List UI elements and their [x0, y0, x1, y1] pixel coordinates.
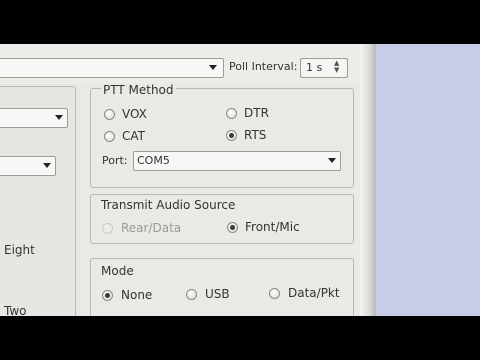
- mode-usb-label[interactable]: USB: [205, 287, 230, 301]
- spin-arrows-icon[interactable]: ▲ ▼: [334, 60, 339, 74]
- mode-datapkt-label[interactable]: Data/Pkt: [288, 286, 340, 300]
- ptt-vox-radio[interactable]: [104, 109, 115, 120]
- rig-select-combo[interactable]: [0, 58, 224, 78]
- mode-datapkt-radio[interactable]: [269, 288, 280, 299]
- chevron-down-icon: [43, 163, 51, 168]
- option-two-label[interactable]: Two: [4, 304, 27, 316]
- left-combo-2[interactable]: [0, 156, 56, 176]
- mode-title: Mode: [101, 264, 134, 278]
- audio-rear-radio[interactable]: [102, 223, 113, 234]
- chevron-down-icon: [209, 65, 217, 70]
- audio-front-radio[interactable]: [227, 222, 238, 233]
- chevron-down-icon: [328, 158, 336, 163]
- audio-rear-label[interactable]: Rear/Data: [121, 221, 181, 235]
- ptt-method-title: PTT Method: [101, 83, 176, 97]
- ptt-dtr-radio[interactable]: [226, 108, 237, 119]
- ptt-rts-label[interactable]: RTS: [244, 128, 266, 142]
- poll-interval-label: Poll Interval:: [229, 60, 298, 73]
- ptt-cat-label[interactable]: CAT: [122, 129, 145, 143]
- audio-front-label[interactable]: Front/Mic: [245, 220, 300, 234]
- audio-source-title: Transmit Audio Source: [101, 198, 236, 212]
- ptt-dtr-label[interactable]: DTR: [244, 106, 269, 120]
- poll-interval-spinbox[interactable]: 1 s ▲ ▼: [300, 58, 348, 78]
- settings-window: Poll Interval: 1 s ▲ ▼ Eight Two PTT Meth…: [0, 44, 480, 316]
- mode-none-radio[interactable]: [102, 290, 113, 301]
- option-eight-label[interactable]: Eight: [4, 243, 35, 257]
- left-panel: Eight Two: [0, 84, 80, 316]
- poll-interval-value: 1 s: [306, 61, 323, 74]
- port-value: COM5: [137, 154, 170, 167]
- desktop-background: [374, 44, 480, 316]
- toolbar: Poll Interval: 1 s ▲ ▼: [0, 44, 360, 84]
- port-label: Port:: [102, 154, 128, 167]
- port-select[interactable]: COM5: [133, 151, 341, 171]
- ptt-rts-radio[interactable]: [226, 130, 237, 141]
- ptt-vox-label[interactable]: VOX: [122, 107, 147, 121]
- settings-column: PTT Method VOX CAT DTR RTS Port: COM5 Tr…: [82, 80, 358, 316]
- ptt-cat-radio[interactable]: [104, 131, 115, 142]
- chevron-down-icon: [55, 115, 63, 120]
- mode-usb-radio[interactable]: [186, 289, 197, 300]
- mode-none-label[interactable]: None: [121, 288, 152, 302]
- window-right-border: [360, 44, 376, 316]
- left-combo-1[interactable]: [0, 108, 68, 128]
